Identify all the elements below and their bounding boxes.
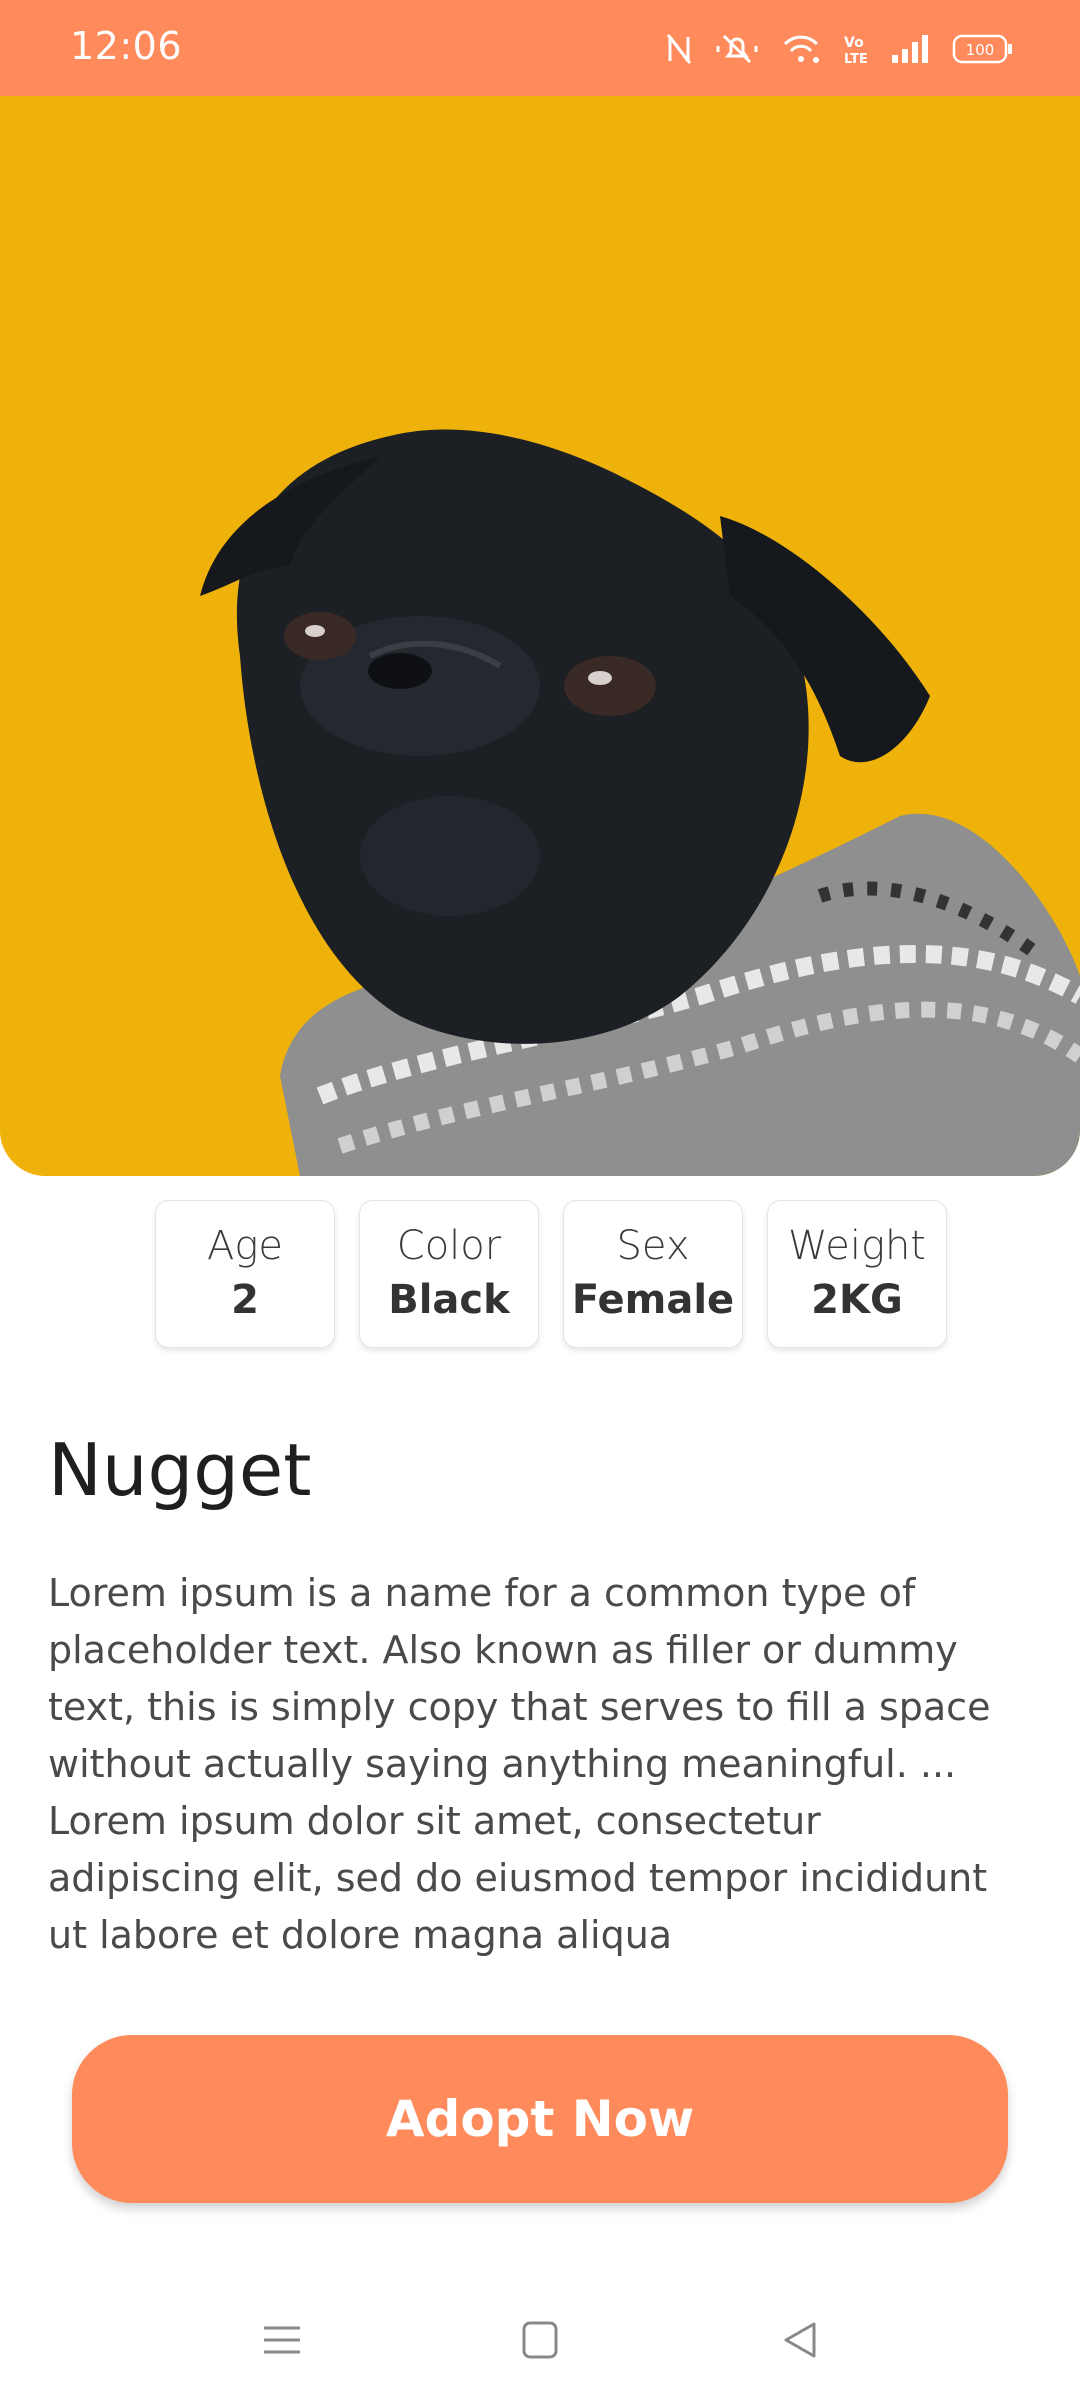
system-nav-bar <box>0 2280 1080 2400</box>
pet-description: Lorem ipsum is a name for a common type … <box>48 1571 991 1957</box>
menu-icon[interactable] <box>252 2310 312 2370</box>
status-time: 12:06 <box>70 24 183 68</box>
pug-illustration <box>0 96 1080 1176</box>
stat-value: Female <box>571 1277 735 1323</box>
status-bar: 12:06 Vo LTE 100 <box>0 0 1080 96</box>
stat-label: Color <box>396 1223 502 1269</box>
stat-card-sex: Sex Female <box>563 1200 743 1348</box>
stat-label: Weight <box>788 1223 926 1269</box>
pet-stats: Age 2 Color Black Sex Female Weight 2KG <box>155 1200 950 1350</box>
svg-text:LTE: LTE <box>844 52 868 66</box>
mute-icon <box>714 32 760 66</box>
svg-text:Vo: Vo <box>844 35 864 51</box>
stat-value: 2KG <box>811 1277 903 1323</box>
pet-name: Nugget <box>48 1428 312 1512</box>
stat-card-weight: Weight 2KG <box>767 1200 947 1348</box>
stat-value: Black <box>388 1277 510 1323</box>
volte-icon: Vo LTE <box>842 32 868 66</box>
stat-card-age: Age 2 <box>155 1200 335 1348</box>
stat-label: Sex <box>616 1223 690 1269</box>
adopt-now-button[interactable]: Adopt Now <box>72 2035 1008 2203</box>
home-icon[interactable] <box>510 2310 570 2370</box>
svg-text:100: 100 <box>966 41 995 59</box>
wifi-icon <box>782 32 820 66</box>
status-icons: Vo LTE 100 <box>666 28 1014 70</box>
signal-icon <box>890 33 930 65</box>
nfc-icon <box>666 33 692 65</box>
back-icon[interactable] <box>770 2310 830 2370</box>
stat-value: 2 <box>231 1277 259 1323</box>
pet-photo <box>0 96 1080 1176</box>
stat-label: Age <box>207 1223 283 1269</box>
stat-card-color: Color Black <box>359 1200 539 1348</box>
battery-icon: 100 <box>952 33 1014 65</box>
